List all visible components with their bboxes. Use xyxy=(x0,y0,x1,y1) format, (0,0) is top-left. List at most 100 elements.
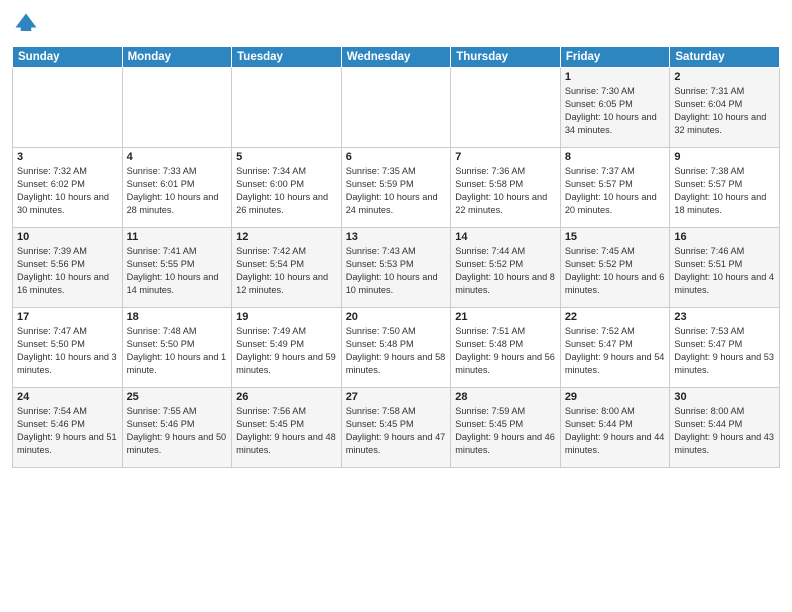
day-info: Sunrise: 7:38 AMSunset: 5:57 PMDaylight:… xyxy=(674,165,775,217)
weekday-header-tuesday: Tuesday xyxy=(232,47,342,68)
day-number: 22 xyxy=(565,311,666,323)
day-cell: 30 Sunrise: 8:00 AMSunset: 5:44 PMDayligh… xyxy=(670,388,780,468)
day-number: 23 xyxy=(674,311,775,323)
day-info: Sunrise: 7:39 AMSunset: 5:56 PMDaylight:… xyxy=(17,245,118,297)
day-cell: 11 Sunrise: 7:41 AMSunset: 5:55 PMDayligh… xyxy=(122,228,232,308)
day-cell: 14Sunrise: 7:44 AMSunset: 5:52 PMDayligh… xyxy=(451,228,561,308)
day-number: 10 xyxy=(17,231,118,243)
day-number: 14 xyxy=(455,231,556,243)
week-row-2: 3 Sunrise: 7:32 AMSunset: 6:02 PMDaylight… xyxy=(13,148,780,228)
day-number: 20 xyxy=(346,311,447,323)
day-info: Sunrise: 7:43 AMSunset: 5:53 PMDaylight:… xyxy=(346,245,447,297)
day-number: 3 xyxy=(17,151,118,163)
day-info: Sunrise: 7:46 AMSunset: 5:51 PMDaylight:… xyxy=(674,245,775,297)
calendar-table: SundayMondayTuesdayWednesdayThursdayFrid… xyxy=(12,46,780,468)
day-number: 30 xyxy=(674,391,775,403)
weekday-header-friday: Friday xyxy=(560,47,670,68)
day-number: 29 xyxy=(565,391,666,403)
week-row-1: 1Sunrise: 7:30 AMSunset: 6:05 PMDaylight… xyxy=(13,68,780,148)
day-cell: 5Sunrise: 7:34 AMSunset: 6:00 PMDaylight… xyxy=(232,148,342,228)
day-cell: 8 Sunrise: 7:37 AMSunset: 5:57 PMDaylight… xyxy=(560,148,670,228)
day-info: Sunrise: 7:56 AMSunset: 5:45 PMDaylight:… xyxy=(236,405,337,457)
day-info: Sunrise: 7:59 AMSunset: 5:45 PMDaylight:… xyxy=(455,405,556,457)
weekday-header-sunday: Sunday xyxy=(13,47,123,68)
day-cell: 9 Sunrise: 7:38 AMSunset: 5:57 PMDaylight… xyxy=(670,148,780,228)
day-info: Sunrise: 7:55 AMSunset: 5:46 PMDaylight:… xyxy=(127,405,228,457)
day-info: Sunrise: 8:00 AMSunset: 5:44 PMDaylight:… xyxy=(674,405,775,457)
header xyxy=(12,10,780,38)
day-number: 8 xyxy=(565,151,666,163)
day-cell: 4 Sunrise: 7:33 AMSunset: 6:01 PMDaylight… xyxy=(122,148,232,228)
day-number: 16 xyxy=(674,231,775,243)
day-number: 9 xyxy=(674,151,775,163)
day-number: 28 xyxy=(455,391,556,403)
day-cell xyxy=(122,68,232,148)
day-info: Sunrise: 7:53 AMSunset: 5:47 PMDaylight:… xyxy=(674,325,775,377)
day-cell: 2 Sunrise: 7:31 AMSunset: 6:04 PMDaylight… xyxy=(670,68,780,148)
day-number: 19 xyxy=(236,311,337,323)
day-cell: 17 Sunrise: 7:47 AMSunset: 5:50 PMDayligh… xyxy=(13,308,123,388)
day-cell: 20 Sunrise: 7:50 AMSunset: 5:48 PMDayligh… xyxy=(341,308,451,388)
day-cell: 16 Sunrise: 7:46 AMSunset: 5:51 PMDayligh… xyxy=(670,228,780,308)
logo xyxy=(12,10,44,38)
day-number: 4 xyxy=(127,151,228,163)
day-cell xyxy=(341,68,451,148)
weekday-header-wednesday: Wednesday xyxy=(341,47,451,68)
day-info: Sunrise: 7:42 AMSunset: 5:54 PMDaylight:… xyxy=(236,245,337,297)
weekday-header-row: SundayMondayTuesdayWednesdayThursdayFrid… xyxy=(13,47,780,68)
day-cell: 21Sunrise: 7:51 AMSunset: 5:48 PMDayligh… xyxy=(451,308,561,388)
day-info: Sunrise: 7:41 AMSunset: 5:55 PMDaylight:… xyxy=(127,245,228,297)
weekday-header-thursday: Thursday xyxy=(451,47,561,68)
day-cell: 10 Sunrise: 7:39 AMSunset: 5:56 PMDayligh… xyxy=(13,228,123,308)
day-info: Sunrise: 7:37 AMSunset: 5:57 PMDaylight:… xyxy=(565,165,666,217)
day-info: Sunrise: 7:36 AMSunset: 5:58 PMDaylight:… xyxy=(455,165,556,217)
day-cell: 29Sunrise: 8:00 AMSunset: 5:44 PMDayligh… xyxy=(560,388,670,468)
day-info: Sunrise: 7:45 AMSunset: 5:52 PMDaylight:… xyxy=(565,245,666,297)
day-number: 18 xyxy=(127,311,228,323)
day-info: Sunrise: 7:50 AMSunset: 5:48 PMDaylight:… xyxy=(346,325,447,377)
day-number: 2 xyxy=(674,71,775,83)
day-number: 12 xyxy=(236,231,337,243)
day-cell: 1Sunrise: 7:30 AMSunset: 6:05 PMDaylight… xyxy=(560,68,670,148)
day-cell: 24 Sunrise: 7:54 AMSunset: 5:46 PMDayligh… xyxy=(13,388,123,468)
day-number: 25 xyxy=(127,391,228,403)
day-number: 27 xyxy=(346,391,447,403)
day-cell: 18Sunrise: 7:48 AMSunset: 5:50 PMDayligh… xyxy=(122,308,232,388)
day-info: Sunrise: 7:54 AMSunset: 5:46 PMDaylight:… xyxy=(17,405,118,457)
day-cell: 12 Sunrise: 7:42 AMSunset: 5:54 PMDayligh… xyxy=(232,228,342,308)
day-number: 17 xyxy=(17,311,118,323)
day-number: 26 xyxy=(236,391,337,403)
day-number: 24 xyxy=(17,391,118,403)
day-cell: 25 Sunrise: 7:55 AMSunset: 5:46 PMDayligh… xyxy=(122,388,232,468)
day-cell xyxy=(232,68,342,148)
day-info: Sunrise: 7:31 AMSunset: 6:04 PMDaylight:… xyxy=(674,85,775,137)
day-info: Sunrise: 7:58 AMSunset: 5:45 PMDaylight:… xyxy=(346,405,447,457)
day-number: 21 xyxy=(455,311,556,323)
day-cell: 28 Sunrise: 7:59 AMSunset: 5:45 PMDayligh… xyxy=(451,388,561,468)
day-info: Sunrise: 7:47 AMSunset: 5:50 PMDaylight:… xyxy=(17,325,118,377)
day-info: Sunrise: 7:49 AMSunset: 5:49 PMDaylight:… xyxy=(236,325,337,377)
day-number: 11 xyxy=(127,231,228,243)
logo-icon xyxy=(12,10,40,38)
day-cell: 23 Sunrise: 7:53 AMSunset: 5:47 PMDayligh… xyxy=(670,308,780,388)
weekday-header-monday: Monday xyxy=(122,47,232,68)
day-info: Sunrise: 7:30 AMSunset: 6:05 PMDaylight:… xyxy=(565,85,666,137)
week-row-4: 17 Sunrise: 7:47 AMSunset: 5:50 PMDayligh… xyxy=(13,308,780,388)
page-container: SundayMondayTuesdayWednesdayThursdayFrid… xyxy=(0,0,792,476)
day-info: Sunrise: 7:35 AMSunset: 5:59 PMDaylight:… xyxy=(346,165,447,217)
day-cell: 26 Sunrise: 7:56 AMSunset: 5:45 PMDayligh… xyxy=(232,388,342,468)
week-row-3: 10 Sunrise: 7:39 AMSunset: 5:56 PMDayligh… xyxy=(13,228,780,308)
day-info: Sunrise: 7:34 AMSunset: 6:00 PMDaylight:… xyxy=(236,165,337,217)
day-info: Sunrise: 7:33 AMSunset: 6:01 PMDaylight:… xyxy=(127,165,228,217)
day-cell: 15Sunrise: 7:45 AMSunset: 5:52 PMDayligh… xyxy=(560,228,670,308)
day-cell: 13 Sunrise: 7:43 AMSunset: 5:53 PMDayligh… xyxy=(341,228,451,308)
day-cell xyxy=(451,68,561,148)
day-cell: 22 Sunrise: 7:52 AMSunset: 5:47 PMDayligh… xyxy=(560,308,670,388)
day-info: Sunrise: 7:52 AMSunset: 5:47 PMDaylight:… xyxy=(565,325,666,377)
day-cell: 7Sunrise: 7:36 AMSunset: 5:58 PMDaylight… xyxy=(451,148,561,228)
day-number: 13 xyxy=(346,231,447,243)
day-number: 6 xyxy=(346,151,447,163)
day-cell: 27 Sunrise: 7:58 AMSunset: 5:45 PMDayligh… xyxy=(341,388,451,468)
weekday-header-saturday: Saturday xyxy=(670,47,780,68)
day-info: Sunrise: 7:32 AMSunset: 6:02 PMDaylight:… xyxy=(17,165,118,217)
